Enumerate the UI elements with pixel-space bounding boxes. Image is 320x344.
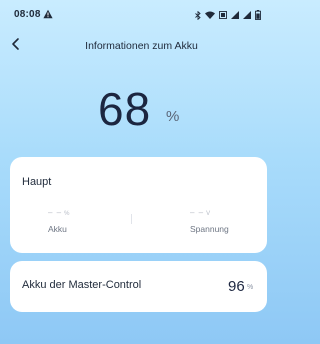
- signal-icon: [231, 11, 239, 19]
- akku-value-text: – –: [48, 208, 63, 217]
- metric-divider: [131, 214, 132, 224]
- master-control-card: Akku der Master-Control 96 %: [10, 261, 267, 312]
- akku-label: Akku: [48, 224, 67, 234]
- signal-icon-2: [243, 11, 251, 19]
- main-card-title: Haupt: [22, 176, 52, 188]
- header: Informationen zum Akku: [0, 30, 283, 62]
- page-title: Informationen zum Akku: [85, 40, 198, 52]
- master-control-unit: %: [247, 284, 254, 291]
- bluetooth-icon: [195, 10, 201, 20]
- main-battery-card: Haupt – –% Akku – – V Spannung: [10, 157, 267, 253]
- status-time: 08:08: [14, 9, 41, 20]
- spannung-value: – – V: [190, 208, 210, 217]
- sim-icon: [219, 11, 227, 19]
- system-icons: [195, 10, 261, 20]
- akku-unit: %: [64, 211, 70, 217]
- akku-value: – –%: [48, 208, 69, 217]
- spannung-label: Spannung: [190, 224, 229, 234]
- spannung-value-text: – –: [190, 208, 205, 217]
- status-bar: 08:08: [0, 0, 283, 30]
- spannung-unit: V: [206, 211, 211, 217]
- battery-icon: [255, 10, 261, 20]
- master-control-value: 96: [228, 278, 245, 295]
- warning-icon: [43, 9, 53, 19]
- battery-percentage-value: 68: [98, 83, 152, 135]
- wifi-icon: [205, 11, 215, 19]
- master-control-label: Akku der Master-Control: [22, 279, 142, 291]
- battery-percentage-unit: %: [166, 108, 180, 125]
